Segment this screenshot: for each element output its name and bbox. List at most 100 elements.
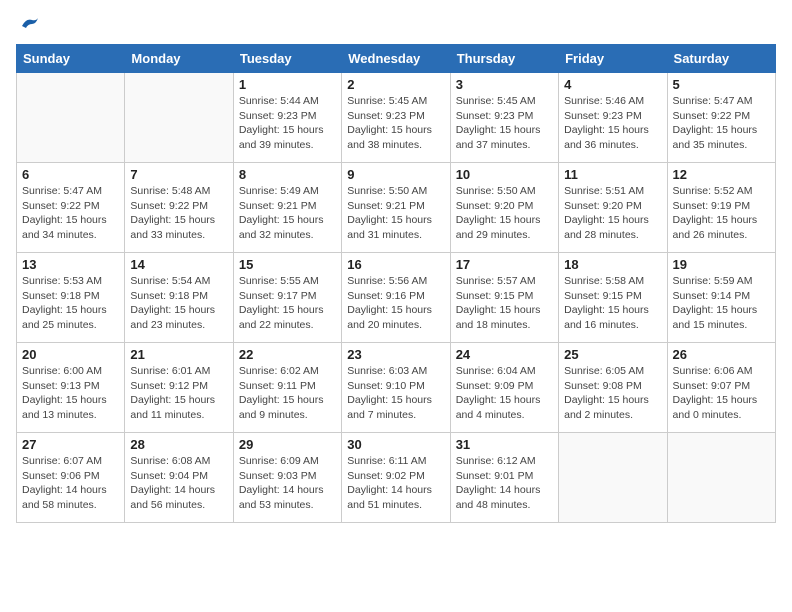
day-detail: Sunrise: 5:44 AM Sunset: 9:23 PM Dayligh… (239, 94, 336, 153)
calendar-cell: 29Sunrise: 6:09 AM Sunset: 9:03 PM Dayli… (233, 433, 341, 523)
day-detail: Sunrise: 5:50 AM Sunset: 9:20 PM Dayligh… (456, 184, 553, 243)
day-detail: Sunrise: 6:04 AM Sunset: 9:09 PM Dayligh… (456, 364, 553, 423)
day-of-week-header: Tuesday (233, 45, 341, 73)
calendar-cell: 14Sunrise: 5:54 AM Sunset: 9:18 PM Dayli… (125, 253, 233, 343)
day-number: 7 (130, 167, 227, 182)
day-number: 21 (130, 347, 227, 362)
calendar-cell: 24 Sunrise: 6:04 AM Sunset: 9:09 PM Dayli… (450, 343, 558, 433)
day-number: 19 (673, 257, 770, 272)
calendar-cell: 20 Sunrise: 6:00 AM Sunset: 9:13 PM Dayli… (17, 343, 125, 433)
day-number: 12 (673, 167, 770, 182)
calendar-cell: 6Sunrise: 5:47 AM Sunset: 9:22 PM Daylig… (17, 163, 125, 253)
calendar-cell: 31Sunrise: 6:12 AM Sunset: 9:01 PM Dayli… (450, 433, 558, 523)
calendar-cell: 22Sunrise: 6:02 AM Sunset: 9:11 PM Dayli… (233, 343, 341, 433)
calendar-week-row: 6Sunrise: 5:47 AM Sunset: 9:22 PM Daylig… (17, 163, 776, 253)
day-number: 20 (22, 347, 119, 362)
calendar-cell: 1 Sunrise: 5:44 AM Sunset: 9:23 PM Daylig… (233, 73, 341, 163)
calendar-cell: 13 Sunrise: 5:53 AM Sunset: 9:18 PM Dayli… (17, 253, 125, 343)
day-number: 2 (347, 77, 444, 92)
calendar-cell: 7 Sunrise: 5:48 AM Sunset: 9:22 PM Daylig… (125, 163, 233, 253)
calendar-week-row: 1 Sunrise: 5:44 AM Sunset: 9:23 PM Daylig… (17, 73, 776, 163)
day-number: 4 (564, 77, 661, 92)
calendar-cell: 17 Sunrise: 5:57 AM Sunset: 9:15 PM Dayli… (450, 253, 558, 343)
day-number: 11 (564, 167, 661, 182)
calendar-cell (667, 433, 775, 523)
day-detail: Sunrise: 6:00 AM Sunset: 9:13 PM Dayligh… (22, 364, 119, 423)
day-detail: Sunrise: 6:09 AM Sunset: 9:03 PM Dayligh… (239, 454, 336, 513)
day-number: 27 (22, 437, 119, 452)
calendar-cell: 10Sunrise: 5:50 AM Sunset: 9:20 PM Dayli… (450, 163, 558, 253)
day-detail: Sunrise: 5:55 AM Sunset: 9:17 PM Dayligh… (239, 274, 336, 333)
day-number: 30 (347, 437, 444, 452)
calendar-cell: 25 Sunrise: 6:05 AM Sunset: 9:08 PM Dayli… (559, 343, 667, 433)
day-of-week-header: Monday (125, 45, 233, 73)
day-number: 9 (347, 167, 444, 182)
calendar-cell: 12 Sunrise: 5:52 AM Sunset: 9:19 PM Dayli… (667, 163, 775, 253)
day-of-week-header: Sunday (17, 45, 125, 73)
calendar-cell: 23 Sunrise: 6:03 AM Sunset: 9:10 PM Dayli… (342, 343, 450, 433)
day-number: 17 (456, 257, 553, 272)
day-detail: Sunrise: 5:48 AM Sunset: 9:22 PM Dayligh… (130, 184, 227, 243)
day-number: 31 (456, 437, 553, 452)
day-number: 3 (456, 77, 553, 92)
day-of-week-header: Wednesday (342, 45, 450, 73)
day-number: 18 (564, 257, 661, 272)
day-detail: Sunrise: 5:45 AM Sunset: 9:23 PM Dayligh… (347, 94, 444, 153)
calendar-cell: 21 Sunrise: 6:01 AM Sunset: 9:12 PM Dayli… (125, 343, 233, 433)
day-number: 14 (130, 257, 227, 272)
calendar-cell: 9 Sunrise: 5:50 AM Sunset: 9:21 PM Daylig… (342, 163, 450, 253)
calendar-cell: 30 Sunrise: 6:11 AM Sunset: 9:02 PM Dayli… (342, 433, 450, 523)
day-detail: Sunrise: 5:58 AM Sunset: 9:15 PM Dayligh… (564, 274, 661, 333)
calendar-cell (17, 73, 125, 163)
day-number: 15 (239, 257, 336, 272)
calendar-cell: 26Sunrise: 6:06 AM Sunset: 9:07 PM Dayli… (667, 343, 775, 433)
day-detail: Sunrise: 6:03 AM Sunset: 9:10 PM Dayligh… (347, 364, 444, 423)
calendar-table: SundayMondayTuesdayWednesdayThursdayFrid… (16, 44, 776, 523)
day-number: 23 (347, 347, 444, 362)
day-number: 16 (347, 257, 444, 272)
day-detail: Sunrise: 5:45 AM Sunset: 9:23 PM Dayligh… (456, 94, 553, 153)
calendar-cell: 4 Sunrise: 5:46 AM Sunset: 9:23 PM Daylig… (559, 73, 667, 163)
day-detail: Sunrise: 5:59 AM Sunset: 9:14 PM Dayligh… (673, 274, 770, 333)
logo-bird-icon (18, 12, 40, 34)
day-detail: Sunrise: 5:57 AM Sunset: 9:15 PM Dayligh… (456, 274, 553, 333)
calendar-cell: 19 Sunrise: 5:59 AM Sunset: 9:14 PM Dayli… (667, 253, 775, 343)
day-detail: Sunrise: 6:01 AM Sunset: 9:12 PM Dayligh… (130, 364, 227, 423)
day-number: 24 (456, 347, 553, 362)
day-detail: Sunrise: 5:56 AM Sunset: 9:16 PM Dayligh… (347, 274, 444, 333)
calendar-cell: 18 Sunrise: 5:58 AM Sunset: 9:15 PM Dayli… (559, 253, 667, 343)
calendar-week-row: 20 Sunrise: 6:00 AM Sunset: 9:13 PM Dayli… (17, 343, 776, 433)
calendar-week-row: 27Sunrise: 6:07 AM Sunset: 9:06 PM Dayli… (17, 433, 776, 523)
calendar-cell: 16 Sunrise: 5:56 AM Sunset: 9:16 PM Dayli… (342, 253, 450, 343)
calendar-cell (125, 73, 233, 163)
day-detail: Sunrise: 5:46 AM Sunset: 9:23 PM Dayligh… (564, 94, 661, 153)
day-detail: Sunrise: 5:50 AM Sunset: 9:21 PM Dayligh… (347, 184, 444, 243)
day-detail: Sunrise: 6:11 AM Sunset: 9:02 PM Dayligh… (347, 454, 444, 513)
calendar-cell: 2 Sunrise: 5:45 AM Sunset: 9:23 PM Daylig… (342, 73, 450, 163)
day-detail: Sunrise: 5:52 AM Sunset: 9:19 PM Dayligh… (673, 184, 770, 243)
calendar-cell: 28 Sunrise: 6:08 AM Sunset: 9:04 PM Dayli… (125, 433, 233, 523)
logo (16, 16, 40, 34)
day-number: 28 (130, 437, 227, 452)
calendar-cell: 8Sunrise: 5:49 AM Sunset: 9:21 PM Daylig… (233, 163, 341, 253)
day-detail: Sunrise: 5:51 AM Sunset: 9:20 PM Dayligh… (564, 184, 661, 243)
day-detail: Sunrise: 6:08 AM Sunset: 9:04 PM Dayligh… (130, 454, 227, 513)
day-of-week-header: Saturday (667, 45, 775, 73)
calendar-week-row: 13 Sunrise: 5:53 AM Sunset: 9:18 PM Dayli… (17, 253, 776, 343)
day-number: 1 (239, 77, 336, 92)
day-number: 26 (673, 347, 770, 362)
day-detail: Sunrise: 6:05 AM Sunset: 9:08 PM Dayligh… (564, 364, 661, 423)
day-number: 13 (22, 257, 119, 272)
day-number: 8 (239, 167, 336, 182)
day-of-week-header: Thursday (450, 45, 558, 73)
day-number: 5 (673, 77, 770, 92)
calendar-cell: 3 Sunrise: 5:45 AM Sunset: 9:23 PM Daylig… (450, 73, 558, 163)
day-number: 25 (564, 347, 661, 362)
calendar-cell: 11 Sunrise: 5:51 AM Sunset: 9:20 PM Dayli… (559, 163, 667, 253)
page-header (16, 16, 776, 34)
day-detail: Sunrise: 5:47 AM Sunset: 9:22 PM Dayligh… (673, 94, 770, 153)
day-detail: Sunrise: 5:53 AM Sunset: 9:18 PM Dayligh… (22, 274, 119, 333)
day-number: 6 (22, 167, 119, 182)
calendar-cell: 27Sunrise: 6:07 AM Sunset: 9:06 PM Dayli… (17, 433, 125, 523)
calendar-cell: 5 Sunrise: 5:47 AM Sunset: 9:22 PM Daylig… (667, 73, 775, 163)
